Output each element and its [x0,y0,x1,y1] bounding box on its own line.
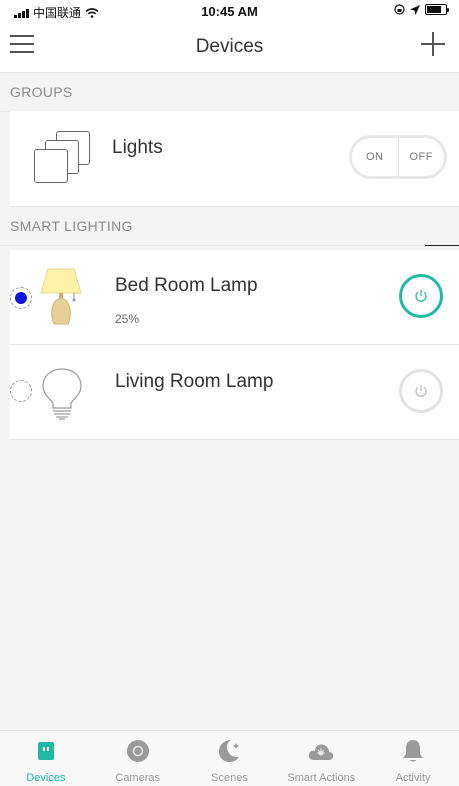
moon-icon [219,740,240,762]
select-radio-living-room-lamp[interactable] [10,380,32,402]
group-title: Lights [112,137,163,158]
device-title: Living Room Lamp [115,371,274,392]
lock-rotation-icon [394,4,405,15]
power-icon [415,385,427,397]
battery-icon [425,4,449,15]
tab-activity[interactable]: Activity [367,731,459,786]
device-row-bed-room-lamp[interactable]: Bed Room Lamp 25% [10,250,459,345]
devices-icon [37,742,54,760]
group-off-button[interactable]: OFF [399,151,445,163]
tab-devices[interactable]: Devices [0,731,92,786]
lights-group-icon [34,131,92,183]
power-icon [415,290,427,302]
add-device-icon[interactable] [421,32,445,56]
table-lamp-icon [40,268,82,325]
tab-label: Devices [26,772,66,784]
select-radio-bed-room-lamp[interactable] [10,287,32,309]
groups-header-label: GROUPS [10,84,73,100]
power-button-living-room-lamp[interactable] [399,369,443,413]
group-row-lights[interactable]: Lights ON OFF [10,111,459,207]
cloud-sun-icon [309,744,334,760]
group-on-off-toggle[interactable]: ON OFF [349,135,447,179]
device-title: Bed Room Lamp [115,275,258,296]
nav-bar: Devices [0,22,459,73]
tab-label: Activity [395,772,431,784]
divider-line [425,245,459,246]
tab-label: Scenes [211,772,248,784]
location-arrow-icon [410,4,420,15]
groups-section-header: GROUPS [0,73,459,112]
bell-icon [403,740,424,762]
light-bulb-icon [42,368,82,420]
tab-smart-actions[interactable]: Smart Actions [275,731,367,786]
smart-lighting-section-header: SMART LIGHTING [0,207,459,246]
camera-icon [126,740,149,762]
status-right [394,4,449,15]
group-on-button[interactable]: ON [352,151,398,163]
status-time: 10:45 AM [201,4,258,19]
device-row-living-room-lamp[interactable]: Living Room Lamp [10,345,459,440]
device-brightness: 25% [115,312,140,326]
tab-label: Cameras [115,772,160,784]
bottom-tab-bar: Devices Cameras Scenes Smart Actions Act… [0,730,459,786]
power-button-bed-room-lamp[interactable] [399,274,443,318]
tab-cameras[interactable]: Cameras [92,731,184,786]
status-bar: 中国联通 10:45 AM [0,0,459,22]
tab-label: Smart Actions [287,772,356,784]
tab-scenes[interactable]: Scenes [184,731,276,786]
page-title: Devices [195,36,264,57]
smart-lighting-header-label: SMART LIGHTING [10,218,133,234]
